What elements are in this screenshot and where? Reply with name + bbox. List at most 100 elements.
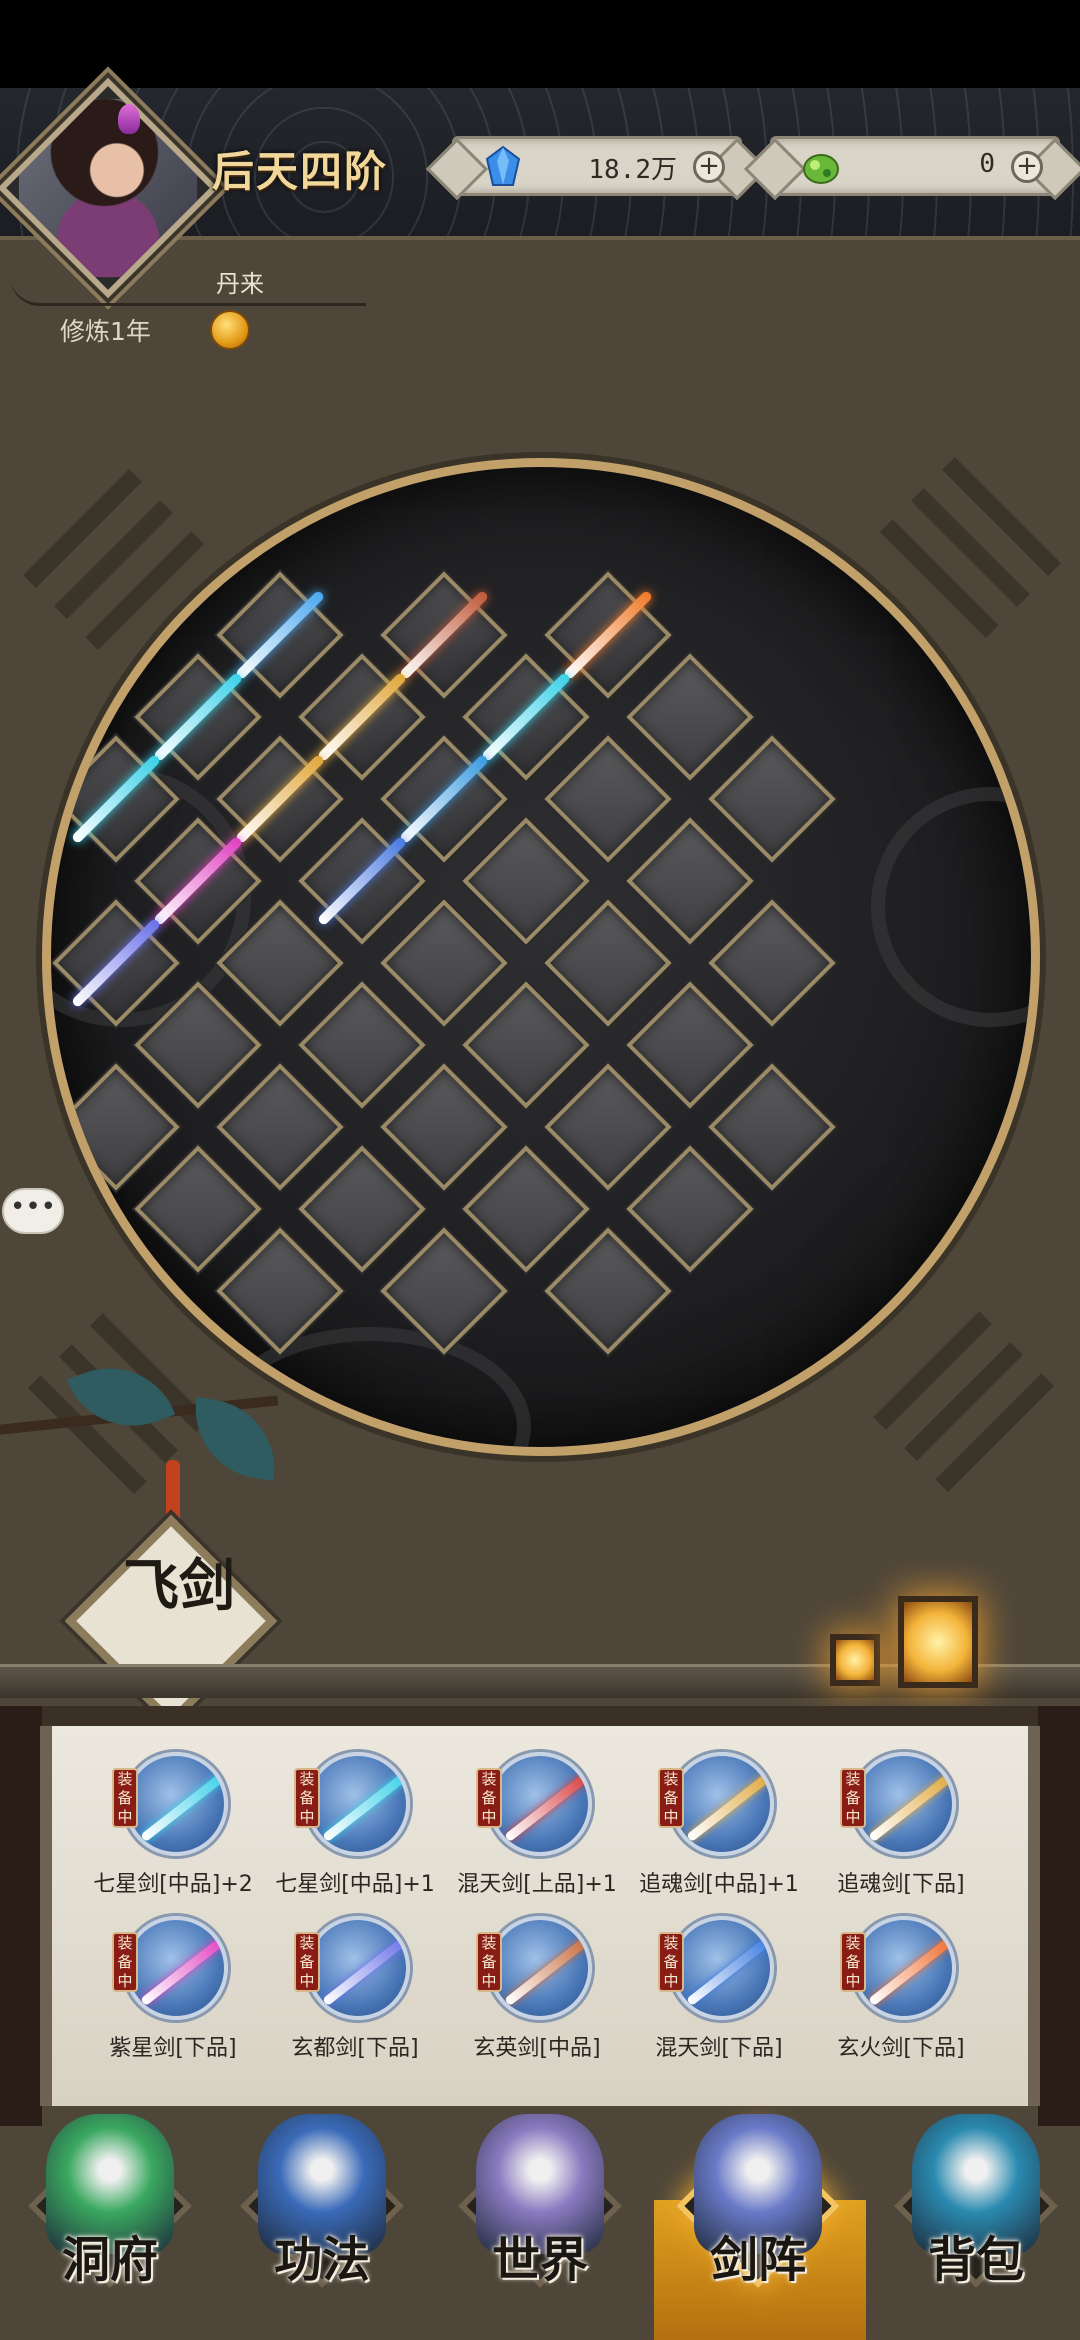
sword-slot[interactable] bbox=[380, 1063, 508, 1191]
sword-item-icon bbox=[306, 1916, 410, 2020]
cultivation-time: 修炼1年 bbox=[60, 317, 151, 346]
sword-slot[interactable] bbox=[544, 735, 672, 863]
sword-item-icon bbox=[852, 1916, 956, 2020]
sword-blade-icon bbox=[686, 1934, 770, 2007]
equipped-badge: 装备中 bbox=[294, 1932, 320, 1992]
curtain-left bbox=[0, 1706, 42, 2126]
inventory-item[interactable]: 装备中追魂剑[中品]+1 bbox=[628, 1746, 810, 1906]
sword-item-icon bbox=[670, 1916, 774, 2020]
sword-slot[interactable] bbox=[298, 981, 426, 1109]
sword-blade-icon bbox=[504, 1770, 588, 1843]
sword-slot[interactable] bbox=[462, 1145, 590, 1273]
sword-slot[interactable] bbox=[544, 1063, 672, 1191]
nav-tab-label: 洞府 bbox=[61, 2232, 158, 2288]
sword-slot[interactable] bbox=[52, 1063, 180, 1191]
inventory-item[interactable]: 装备中玄英剑[中品] bbox=[446, 1910, 628, 2070]
nav-tab-label: 世界 bbox=[491, 2232, 588, 2288]
sword-slot[interactable] bbox=[708, 1063, 836, 1191]
sword-item-icon bbox=[306, 1752, 410, 1856]
sword-slot[interactable] bbox=[708, 899, 836, 1027]
item-name: 玄火剑[下品] bbox=[837, 2036, 965, 2061]
item-name: 混天剑[上品]+1 bbox=[457, 1872, 617, 1897]
sword-slot[interactable] bbox=[298, 1145, 426, 1273]
jade-counter: 0 + bbox=[770, 136, 1060, 196]
inventory-item[interactable]: 装备中七星剑[中品]+2 bbox=[82, 1746, 264, 1906]
avatar-gem-icon bbox=[118, 104, 140, 134]
equipped-badge: 装备中 bbox=[658, 1768, 684, 1828]
sword-slot[interactable] bbox=[626, 817, 754, 945]
inventory-item[interactable]: 装备中玄都剑[下品] bbox=[264, 1910, 446, 2070]
item-name: 玄英剑[中品] bbox=[473, 2036, 601, 2061]
equipped-badge: 装备中 bbox=[112, 1932, 138, 1992]
item-name: 混天剑[下品] bbox=[655, 2036, 783, 2061]
equipped-badge: 装备中 bbox=[294, 1768, 320, 1828]
sword-slot[interactable] bbox=[626, 1145, 754, 1273]
add-spirit-stone-button[interactable]: + bbox=[693, 151, 725, 183]
bottom-navigation: 洞府 功法 世界 剑阵 背包 bbox=[0, 2100, 1080, 2340]
curtain-right bbox=[1038, 1706, 1080, 2126]
nav-tab-technique-book[interactable]: 功法 bbox=[222, 2100, 422, 2340]
equipped-badge: 装备中 bbox=[476, 1932, 502, 1992]
sword-slot[interactable] bbox=[544, 899, 672, 1027]
item-name: 玄都剑[下品] bbox=[291, 2036, 419, 2061]
character-name: 丹来 bbox=[216, 270, 264, 298]
sword-slot[interactable] bbox=[626, 653, 754, 781]
sword-slot[interactable] bbox=[380, 899, 508, 1027]
item-name: 追魂剑[下品] bbox=[837, 1872, 965, 1897]
sword-blade-icon bbox=[140, 1770, 224, 1843]
inventory-item[interactable]: 装备中追魂剑[下品] bbox=[810, 1746, 992, 1906]
nav-tab-backpack[interactable]: 背包 bbox=[876, 2100, 1076, 2340]
equipped-badge: 装备中 bbox=[658, 1932, 684, 1992]
sword-blade-icon bbox=[868, 1934, 952, 2007]
jade-value: 0 bbox=[979, 149, 995, 179]
sword-item-icon bbox=[852, 1752, 956, 1856]
realm-level: 后天四阶 bbox=[212, 147, 389, 196]
sword-slot[interactable] bbox=[462, 817, 590, 945]
sword-blade-icon bbox=[322, 1934, 406, 2007]
sword-slot[interactable] bbox=[626, 981, 754, 1109]
equipped-badge: 装备中 bbox=[476, 1768, 502, 1828]
sword-item-icon bbox=[124, 1916, 228, 2020]
item-name: 七星剑[中品]+2 bbox=[93, 1872, 253, 1897]
nav-tab-label: 剑阵 bbox=[709, 2232, 806, 2288]
gold-coin-icon[interactable] bbox=[210, 310, 250, 350]
sword-blade-icon bbox=[140, 1934, 224, 2007]
equipped-badge: 装备中 bbox=[840, 1768, 866, 1828]
name-underline bbox=[10, 270, 366, 306]
game-screen: 后天四阶 18.2万 + 0 + 丹来 修炼1年 ••• 飞剑 装 备 中 七星… bbox=[0, 0, 1080, 2340]
inventory-item[interactable]: 装备中紫星剑[下品] bbox=[82, 1910, 264, 2070]
green-jade-icon bbox=[803, 154, 839, 184]
item-name: 追魂剑[中品]+1 bbox=[639, 1872, 799, 1897]
equipped-badge: 装备中 bbox=[112, 1768, 138, 1828]
cloud-swirl bbox=[871, 787, 1031, 1027]
inventory-item[interactable]: 装备中七星剑[中品]+1 bbox=[264, 1746, 446, 1906]
equipped-badge: 装备中 bbox=[840, 1932, 866, 1992]
section-title: 飞剑 bbox=[123, 1553, 235, 1619]
inventory-item[interactable]: 装备中混天剑[下品] bbox=[628, 1910, 810, 2070]
sword-item-icon bbox=[488, 1916, 592, 2020]
sword-blade-icon bbox=[868, 1770, 952, 1843]
nav-tab-world-scroll[interactable]: 世界 bbox=[440, 2100, 640, 2340]
trigram-bottom-right-icon bbox=[859, 1297, 1071, 1509]
sword-item-icon bbox=[124, 1752, 228, 1856]
chat-bubble-button[interactable]: ••• bbox=[2, 1188, 64, 1234]
inventory-item[interactable]: 装备中混天剑[上品]+1 bbox=[446, 1746, 628, 1906]
small-lantern-icon bbox=[830, 1634, 880, 1686]
nav-tab-label: 背包 bbox=[927, 2232, 1024, 2288]
spirit-stone-value: 18.2万 bbox=[588, 155, 677, 185]
nav-tab-cave-mansion[interactable]: 洞府 bbox=[10, 2100, 210, 2340]
sword-array-board bbox=[42, 458, 1040, 1456]
blue-crystal-icon bbox=[485, 145, 521, 186]
sword-slot[interactable] bbox=[134, 1145, 262, 1273]
sword-blade-icon bbox=[686, 1770, 770, 1843]
nav-tab-sword-array[interactable]: 剑阵 bbox=[658, 2100, 858, 2340]
sword-blade-icon bbox=[504, 1934, 588, 2007]
sword-slot[interactable] bbox=[462, 981, 590, 1109]
inventory-item[interactable]: 装备中玄火剑[下品] bbox=[810, 1910, 992, 2070]
sword-slot[interactable] bbox=[708, 735, 836, 863]
item-name: 紫星剑[下品] bbox=[109, 2036, 237, 2061]
sword-slot[interactable] bbox=[216, 1063, 344, 1191]
large-lantern-icon bbox=[898, 1596, 978, 1688]
sword-slot[interactable] bbox=[544, 1227, 672, 1355]
add-jade-button[interactable]: + bbox=[1011, 151, 1043, 183]
